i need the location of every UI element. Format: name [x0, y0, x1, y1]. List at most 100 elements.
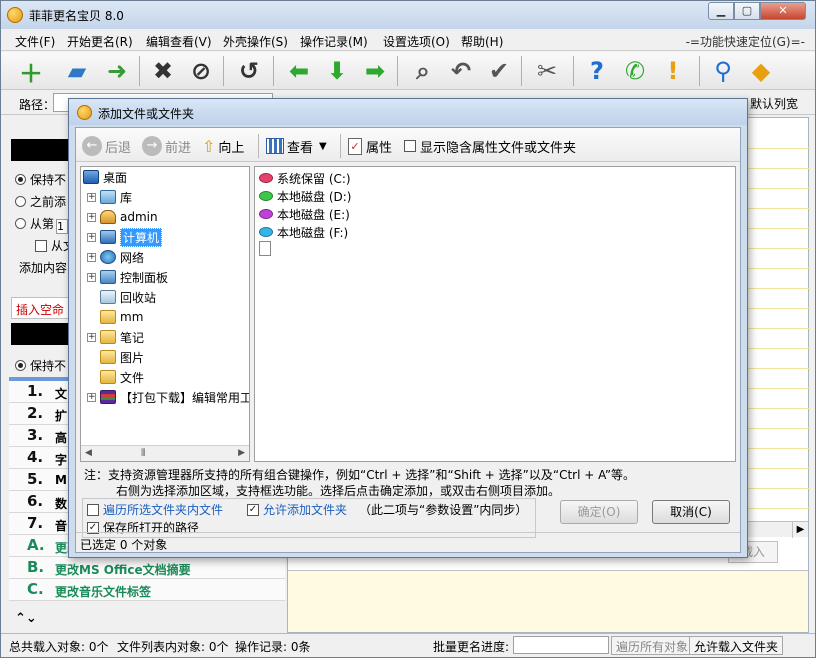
- properties-icon: ✓: [348, 137, 362, 155]
- show-hidden-checkbox[interactable]: 显示隐含属性文件或文件夹: [404, 135, 576, 157]
- ok-button[interactable]: 确定(O): [560, 500, 638, 524]
- phone-icon[interactable]: ✆: [619, 55, 651, 87]
- preview-area: [288, 570, 808, 632]
- folder-icon: [100, 350, 116, 364]
- close-button[interactable]: ✕: [760, 2, 806, 20]
- add-files-dialog: 添加文件或文件夹 ← 后退 → 前进 ⇧ 向上 查看 ▼ ✓ 属性 显示隐含属性文件或文件…: [68, 98, 748, 558]
- left-arrow-icon[interactable]: ⬅: [283, 55, 315, 87]
- dialog-status-bar: 已选定 0 个对象: [76, 532, 740, 552]
- app-logo-icon: [7, 7, 23, 23]
- menu-file[interactable]: 文件(F): [15, 33, 55, 50]
- keep-radio[interactable]: 保持不: [15, 171, 66, 188]
- status-file-list: 文件列表内对象: 0个: [117, 640, 229, 654]
- before-add-radio[interactable]: 之前添: [15, 193, 66, 210]
- tree-horizontal-scrollbar[interactable]: ◀ ⦀ ▶: [81, 445, 249, 461]
- tree-item-admin[interactable]: + admin: [87, 207, 158, 227]
- minimize-button[interactable]: ▁: [708, 2, 734, 20]
- status-ops: 操作记录: 0条: [235, 640, 311, 654]
- tree-item-network[interactable]: + 网络: [87, 247, 144, 267]
- step-item[interactable]: C. 更改音乐文件标签: [9, 579, 285, 601]
- import-icon[interactable]: ➜: [101, 55, 133, 87]
- traverse-all-button[interactable]: 遍历所有对象: [611, 636, 694, 655]
- tree-item-recycle-bin[interactable]: 回收站: [100, 287, 156, 307]
- help-icon[interactable]: ?: [581, 55, 613, 87]
- properties-button[interactable]: ✓ 属性: [348, 135, 392, 157]
- scroll-thumb-grip-icon[interactable]: ⦀: [141, 448, 145, 459]
- tree-item-notes[interactable]: + 笔记: [87, 327, 144, 347]
- menu-bar: 文件(F) 开始更名(R) 编辑查看(V) 外壳操作(S) 操作记录(M) 设置…: [1, 30, 815, 51]
- from-nth-radio[interactable]: 从第 1: [15, 215, 69, 234]
- back-button[interactable]: ← 后退: [82, 135, 131, 157]
- up-button[interactable]: ⇧ 向上: [202, 135, 244, 157]
- view-grid-icon: [266, 138, 284, 154]
- drive-item-c[interactable]: 系统保留 (C:): [259, 169, 351, 187]
- back-arrow-icon: ←: [82, 136, 102, 156]
- cancel-button[interactable]: 取消(C): [652, 500, 730, 524]
- title-bar: 菲菲更名宝贝 8.0 ▁ ▢ ✕: [1, 1, 815, 29]
- menu-op-log[interactable]: 操作记录(M): [300, 33, 368, 50]
- drive-icon: [259, 209, 273, 219]
- tree-item-library[interactable]: + 库: [87, 187, 132, 207]
- allow-add-folder-checkbox[interactable]: ✓ 允许添加文件夹: [247, 501, 347, 518]
- quick-locate-menu[interactable]: -=功能快速定位(G)=-: [686, 33, 805, 50]
- drive-item-d[interactable]: 本地磁盘 (D:): [259, 187, 351, 205]
- step-item[interactable]: B. 更改MS Office文档摘要: [9, 557, 285, 579]
- drive-item-f[interactable]: 本地磁盘 (F:): [259, 223, 348, 241]
- dialog-body: ← 后退 → 前进 ⇧ 向上 查看 ▼ ✓ 属性 显示隐含属性文件或文件夹 桌面 + 库 +…: [75, 127, 741, 553]
- dialog-app-icon: [77, 105, 92, 120]
- refresh-icon[interactable]: ↺: [233, 55, 265, 87]
- menu-edit-view[interactable]: 编辑查看(V): [146, 33, 212, 50]
- library-icon: [100, 190, 116, 204]
- pin-icon[interactable]: ⚲: [707, 55, 739, 87]
- add-content-label: 添加内容: [19, 261, 68, 275]
- view-button[interactable]: 查看 ▼: [266, 135, 327, 157]
- check-icon[interactable]: ✔: [483, 55, 515, 87]
- blank-file-icon[interactable]: [259, 241, 271, 256]
- dropdown-arrow-icon: ▼: [319, 140, 327, 152]
- traverse-folder-checkbox[interactable]: 遍历所选文件夹内文件: [87, 501, 223, 518]
- tree-item-computer[interactable]: + 计算机: [87, 227, 163, 247]
- tree-item-files[interactable]: 文件: [100, 367, 144, 387]
- recycle-bin-icon: [100, 290, 116, 304]
- menu-help[interactable]: 帮助(H): [461, 33, 503, 50]
- down-arrow-icon[interactable]: ⬇: [321, 55, 353, 87]
- tree-item-mm[interactable]: mm: [100, 307, 143, 327]
- tools-icon[interactable]: ✂: [531, 55, 563, 87]
- folder-tree[interactable]: 桌面 + 库 + admin + 计算机 + 网络 + 控制面板 回收站 mm + 笔记 图…: [80, 166, 250, 462]
- progress-bar: [513, 636, 609, 654]
- tree-item-download-pack[interactable]: + 【打包下载】编辑常用工: [87, 387, 249, 407]
- stop-icon[interactable]: ⊘: [185, 55, 217, 87]
- add-file-icon[interactable]: ＋: [15, 55, 47, 88]
- default-column-width-button[interactable]: 默认列宽: [750, 95, 798, 112]
- maximize-button[interactable]: ▢: [734, 2, 760, 20]
- add-folder-icon[interactable]: ▰: [61, 55, 93, 87]
- folder-icon: [100, 310, 116, 324]
- tree-item-pictures[interactable]: 图片: [100, 347, 144, 367]
- search-icon[interactable]: ⌕: [407, 55, 439, 87]
- menu-start-rename[interactable]: 开始更名(R): [67, 33, 133, 50]
- folder-icon: [100, 370, 116, 384]
- scroll-right-icon[interactable]: ▶: [792, 522, 808, 538]
- scroll-left-icon[interactable]: ◀: [85, 448, 92, 458]
- warning-icon[interactable]: !: [657, 55, 689, 87]
- keep-radio-2[interactable]: 保持不: [15, 357, 66, 374]
- forward-button[interactable]: → 前进: [142, 135, 191, 157]
- usage-note: 注：支持资源管理器所支持的所有组合键操作，例如“Ctrl + 选择”和“Shif…: [84, 468, 636, 482]
- tree-item-control-panel[interactable]: + 控制面板: [87, 267, 168, 287]
- undo-icon[interactable]: ↶: [445, 55, 477, 87]
- menu-settings[interactable]: 设置选项(O): [383, 33, 450, 50]
- delete-icon[interactable]: ✖: [147, 55, 179, 87]
- exit-icon[interactable]: ◆: [745, 55, 777, 87]
- forward-arrow-icon: →: [142, 136, 162, 156]
- main-toolbar: ＋ ▰ ➜ ✖ ⊘ ↺ ⬅ ⬇ ➡ ⌕ ↶ ✔ ✂ ? ✆ ! ⚲ ◆: [1, 52, 815, 90]
- allow-folder-button[interactable]: 允许载入文件夹: [689, 636, 784, 655]
- drive-item-e[interactable]: 本地磁盘 (E:): [259, 205, 350, 223]
- expand-collapse-icon[interactable]: ⌃⌄: [15, 611, 37, 626]
- file-selection-pane[interactable]: 系统保留 (C:) 本地磁盘 (D:) 本地磁盘 (E:) 本地磁盘 (F:): [254, 166, 736, 462]
- status-bar: 总共载入对象: 0个 文件列表内对象: 0个 操作记录: 0条 批量更名进度: …: [1, 633, 815, 657]
- right-arrow-icon[interactable]: ➡: [359, 55, 391, 87]
- tree-item-desktop[interactable]: 桌面: [83, 167, 127, 187]
- dialog-toolbar: ← 后退 → 前进 ⇧ 向上 查看 ▼ ✓ 属性 显示隐含属性文件或文件夹: [76, 128, 740, 162]
- scroll-right-icon[interactable]: ▶: [238, 448, 245, 458]
- menu-shell-ops[interactable]: 外壳操作(S): [223, 33, 288, 50]
